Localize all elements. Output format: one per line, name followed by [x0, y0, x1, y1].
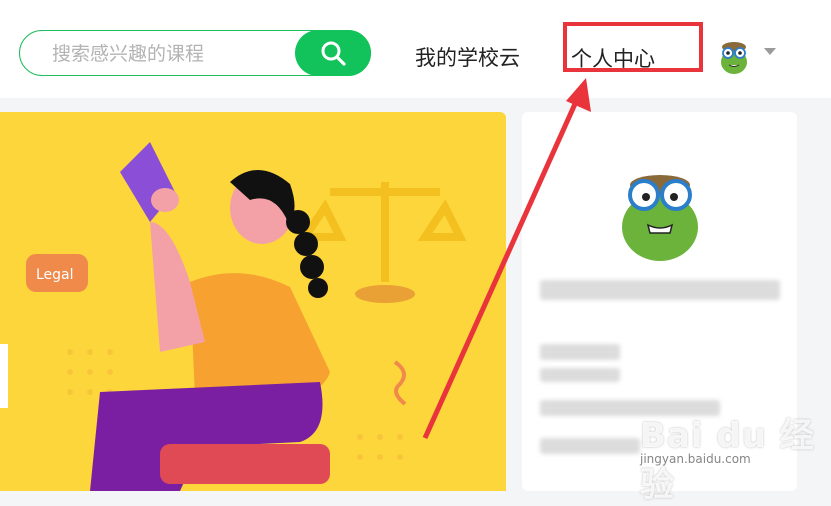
banner-illustration: Legal: [0, 142, 467, 491]
nav-my-school-cloud[interactable]: 我的学校云: [415, 42, 520, 72]
watermark: Bai du 经验 jingyan.baidu.com: [640, 402, 830, 505]
watermark-url: jingyan.baidu.com: [640, 452, 751, 466]
blurred-info-line: [540, 344, 620, 360]
search-box: [19, 30, 371, 76]
search-input[interactable]: [50, 40, 294, 68]
search-button[interactable]: [295, 30, 371, 76]
chevron-down-icon[interactable]: [764, 48, 776, 55]
profile-avatar: [622, 175, 698, 261]
speech-bubble-text: Legal: [36, 267, 74, 283]
blurred-info-line: [540, 368, 620, 382]
blurred-username: [540, 280, 780, 300]
blurred-info-line: [540, 438, 640, 454]
highlight-box: [563, 22, 703, 72]
search-icon: [321, 41, 346, 66]
user-avatar[interactable]: [716, 38, 752, 76]
course-banner[interactable]: Legal: [0, 112, 506, 491]
header: 我的学校云 个人中心: [0, 8, 831, 98]
